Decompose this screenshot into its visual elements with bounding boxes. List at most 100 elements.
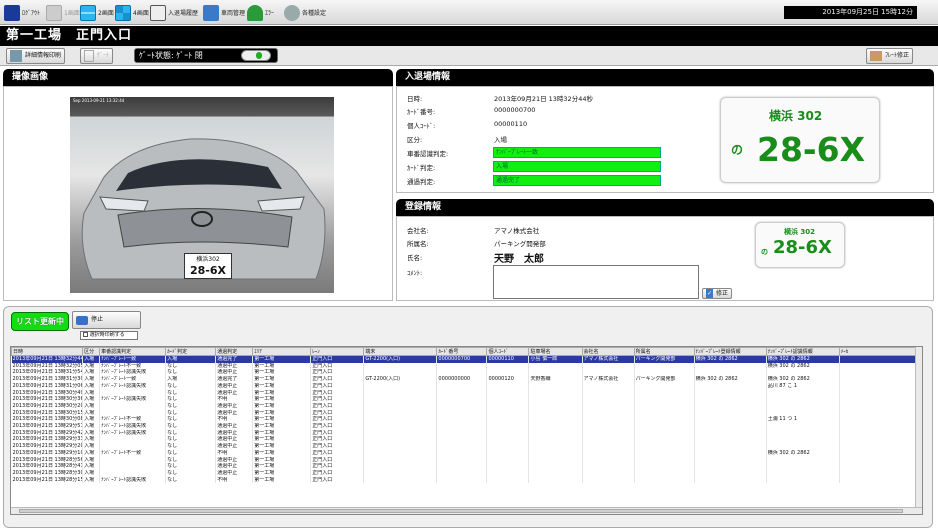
table-row[interactable]: 2013年09月21日 13時30分08秒 入場 ﾅﾝﾊﾞｰﾌﾟﾚｰﾄ不一致 なし 不明… <box>11 416 922 424</box>
table-cell <box>634 469 695 477</box>
table-cell: 正門入口 <box>310 355 365 363</box>
view-1-button[interactable]: 1画面 <box>46 3 80 22</box>
table-row[interactable]: 2013年09月21日 13時29分57秒 入場 ﾅﾝﾊﾞｰﾌﾟﾚｰﾄ認識失敗 なし通… <box>11 423 922 430</box>
table-row[interactable]: 2013年09月21日 13時29分33秒 入場 なし 通過中止 第一工場 正門入口 <box>11 436 922 444</box>
table-cell: ﾅﾝﾊﾞｰﾌﾟﾚｰﾄ認識失敗 <box>99 476 167 484</box>
table-cell: 2013年09月21日 13時28分56秒 <box>11 456 84 464</box>
column-header[interactable]: 区分 <box>82 347 101 356</box>
split-view-icon <box>80 4 96 21</box>
table-cell <box>528 436 583 444</box>
column-header[interactable]: ｶｰﾄﾞ番号 <box>436 347 488 356</box>
table-cell: 第一工場 <box>252 396 312 403</box>
print-detail-button[interactable]: 詳細情報印刷 <box>6 48 66 64</box>
table-cell <box>694 429 767 437</box>
comment-fix-button[interactable]: ✓ 修正 <box>702 288 733 299</box>
table-cell: 正門入口 <box>310 402 365 410</box>
vehicle-button[interactable]: 車両管理 <box>203 3 245 22</box>
table-cell <box>634 456 695 464</box>
table-row[interactable]: 2013年09月21日 13時30分15秒 入場 なし 通過中止 第一工場 正門入口 <box>11 409 922 417</box>
table-cell <box>436 476 488 484</box>
table-cell <box>634 409 695 417</box>
table-cell <box>582 449 635 457</box>
table-row[interactable]: 2013年09月21日 13時30分49秒 入場 なし 通過中止 第一工場 正門入口 <box>11 389 922 397</box>
column-header[interactable]: ｴﾘｱ <box>252 347 312 356</box>
column-header[interactable]: ﾅﾝﾊﾞｰﾌﾟﾚｰﾄ認識情報 <box>765 347 840 356</box>
column-header[interactable]: ﾒｰｶ <box>838 347 922 356</box>
column-header[interactable]: ﾅﾝﾊﾞｰﾌﾟﾚｰﾄ登録情報 <box>693 347 767 356</box>
history-table[interactable]: 日時 区分 車番認識判定 ｶｰﾄﾞ判定 通過判定 ｴﾘｱ ﾚｰﾝ 端末 ｶｰﾄﾞ番号 個人ｺｰﾄﾞ… <box>10 346 923 515</box>
table-row[interactable]: 2013年09月21日 13時28分30秒 入場 なし 通過中止 第一工場 正門入口 <box>11 469 922 477</box>
column-header[interactable]: 駐車場名 <box>528 347 583 356</box>
column-header[interactable]: 車番認識判定 <box>99 347 167 356</box>
settings-button[interactable]: 各種設定 <box>284 3 326 22</box>
table-cell: 入場 <box>165 376 217 383</box>
history-button[interactable]: 入退場履歴 <box>150 3 198 22</box>
table-row[interactable]: 2013年09月21日 13時28分56秒 入場 なし 通過中止 第一工場 正門入口 <box>11 456 922 464</box>
table-cell: ﾅﾝﾊﾞｰﾌﾟﾚｰﾄ一致 <box>99 355 167 363</box>
error-button[interactable]: ｴﾗｰ <box>247 3 274 22</box>
table-cell <box>839 389 922 397</box>
stop-icon <box>76 315 88 325</box>
table-cell: 第一工場 <box>252 443 312 450</box>
stop-button[interactable]: 停止 <box>72 311 141 329</box>
table-row[interactable]: 2013年09月21日 13時31分54秒 入場 ﾅﾝﾊﾞｰﾌﾟﾚｰﾄ認識失敗 なし通… <box>11 369 922 377</box>
horizontal-scroll-thumb[interactable] <box>19 509 903 513</box>
table-cell <box>99 443 167 450</box>
camera-panel: Sep 2013-09-21 13:32:44 横浜302 28-6X <box>3 86 393 301</box>
column-header[interactable]: ﾚｰﾝ <box>310 347 365 356</box>
table-cell: 正門入口 <box>310 443 365 450</box>
table-cell: 第一工場 <box>252 369 312 377</box>
table-cell <box>839 376 922 383</box>
table-cell <box>766 429 840 437</box>
horizontal-scrollbar[interactable] <box>11 507 922 514</box>
logout-button[interactable]: ﾛｸﾞｱｳﾄ <box>4 3 40 22</box>
column-header[interactable]: 個人ｺｰﾄﾞ <box>486 347 530 356</box>
entry-header: 入退場情報 <box>396 69 934 86</box>
table-cell: なし <box>165 369 217 377</box>
table-cell <box>363 369 438 377</box>
table-row[interactable]: 2013年09月21日 13時32分44秒 入場 ﾅﾝﾊﾞｰﾌﾟﾚｰﾄ一致 入場 通過完… <box>11 355 922 363</box>
table-cell: なし <box>165 449 217 457</box>
table-cell: なし <box>165 423 217 430</box>
column-header[interactable]: 端末 <box>363 347 438 356</box>
view-4-button[interactable]: 4画面 <box>115 3 149 22</box>
toolbar: ﾛｸﾞｱｳﾄ 1画面 2画面 4画面 入退場履歴 車両管理 ｴﾗｰ 各種設定 2… <box>0 0 938 25</box>
gate-button[interactable]: ｹﾞｰﾄ <box>80 48 114 64</box>
history-icon <box>150 4 166 21</box>
table-row[interactable]: 2013年09月21日 13時28分41秒 入場 なし 通過中止 第一工場 正門入口 <box>11 463 922 470</box>
table-row[interactable]: 2013年09月21日 13時28分15秒 入場 ﾅﾝﾊﾞｰﾌﾟﾚｰﾄ認識失敗 なし不… <box>11 476 922 484</box>
table-row[interactable]: 2013年09月21日 13時29分10秒 入場 ﾅﾝﾊﾞｰﾌﾟﾚｰﾄ不一致 なし 不明… <box>11 449 922 457</box>
table-cell <box>486 396 530 403</box>
vertical-scrollbar[interactable] <box>915 347 922 514</box>
table-row[interactable]: 2013年09月21日 13時31分06秒 入場 ﾅﾝﾊﾞｰﾌﾟﾚｰﾄ認識失敗 なし通… <box>11 382 922 390</box>
table-row[interactable]: 2013年09月21日 13時32分05秒 入場 ﾅﾝﾊﾞｰﾌﾟﾚｰﾄ不一致 なし 通過… <box>11 362 922 370</box>
column-header[interactable]: ｶｰﾄﾞ判定 <box>165 347 217 356</box>
logout-icon <box>4 4 20 21</box>
comment-field[interactable] <box>493 265 699 299</box>
column-header[interactable]: 所属名 <box>633 347 695 356</box>
table-row[interactable]: 2013年09月21日 13時30分36秒 入場 ﾅﾝﾊﾞｰﾌﾟﾚｰﾄ認識失敗 なし不… <box>11 396 922 403</box>
column-header[interactable]: 会社名 <box>581 347 635 356</box>
table-cell <box>766 389 840 397</box>
table-row[interactable]: 2013年09月21日 13時29分42秒 入場 ﾅﾝﾊﾞｰﾌﾟﾚｰﾄ認識失敗 なし通… <box>11 429 922 437</box>
table-cell <box>363 409 438 417</box>
print-on-select-checkbox[interactable]: 選択時印刷する <box>80 331 138 340</box>
table-cell: なし <box>165 402 217 410</box>
table-cell: 第一工場 <box>252 416 312 424</box>
view-2-button[interactable]: 2画面 <box>80 3 114 22</box>
plate-fix-button[interactable]: ﾌﾚｰﾄ修正 <box>866 48 914 64</box>
table-cell: 2013年09月21日 13時28分30秒 <box>11 469 84 477</box>
registration-plate: 横浜 302 の 28-6X <box>755 222 845 268</box>
table-cell <box>436 389 488 397</box>
table-row[interactable]: 2013年09月21日 13時31分30秒 入場 ﾅﾝﾊﾞｰﾌﾟﾚｰﾄ一致 入場 通過完… <box>11 376 922 383</box>
table-cell: なし <box>165 416 217 424</box>
table-cell: 2013年09月21日 13時31分54秒 <box>11 369 84 377</box>
table-cell: 第一工場 <box>252 355 312 363</box>
refresh-button[interactable]: リスト更新中 <box>11 312 69 331</box>
column-header[interactable]: 日時 <box>11 347 84 356</box>
table-row[interactable]: 2013年09月21日 13時30分20秒 入場 なし 通過中止 第一工場 正門入口 <box>11 402 922 410</box>
table-row[interactable]: 2013年09月21日 13時29分20秒 入場 なし 通過中止 第一工場 正門入口 <box>11 443 922 450</box>
column-header[interactable]: 通過判定 <box>215 347 254 356</box>
table-cell <box>486 443 530 450</box>
table-cell <box>528 402 583 410</box>
